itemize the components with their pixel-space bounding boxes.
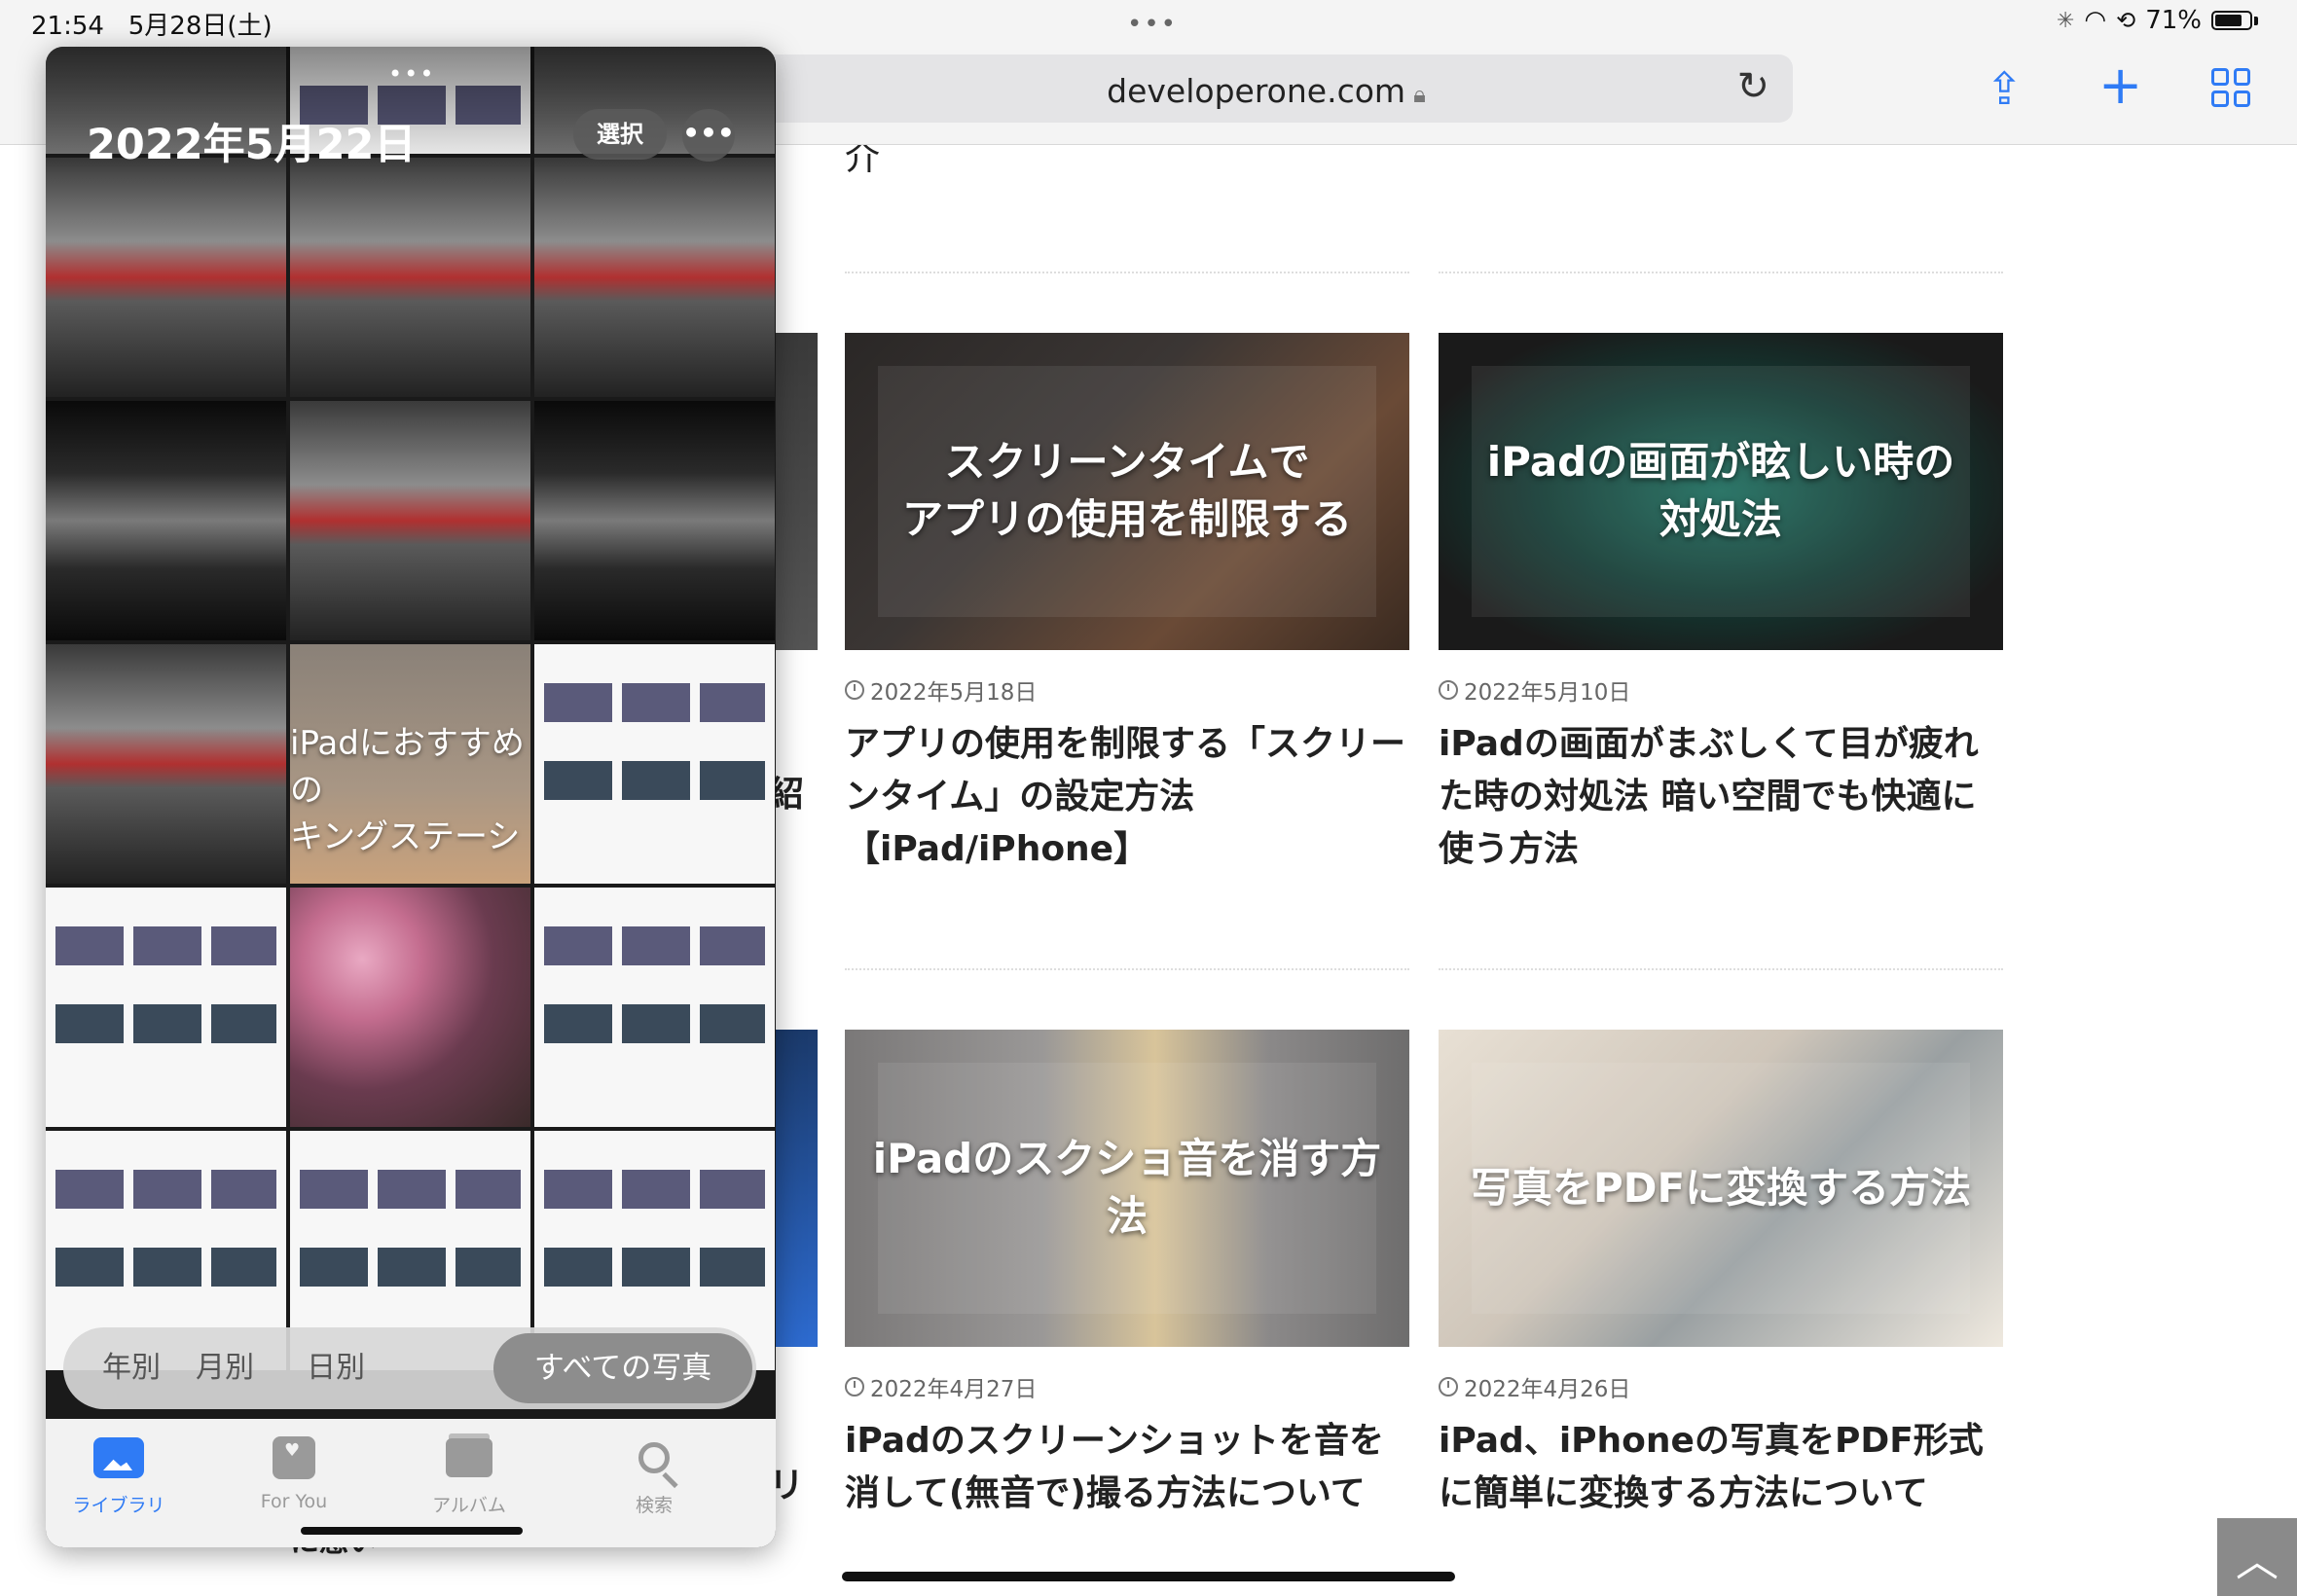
clock-icon bbox=[845, 680, 864, 700]
article-thumbnail[interactable]: 写真をPDFに変換する方法 bbox=[1439, 1030, 2003, 1347]
clock-icon bbox=[845, 1377, 864, 1396]
for-you-icon bbox=[273, 1436, 315, 1479]
article-thumbnail[interactable]: スクリーンタイムで アプリの使用を制限する bbox=[845, 333, 1409, 650]
thumbnail-caption: スクリーンタイムで アプリの使用を制限する bbox=[901, 438, 1352, 543]
home-indicator[interactable] bbox=[842, 1572, 1455, 1581]
photo-thumbnail[interactable] bbox=[46, 888, 286, 1127]
clock-icon bbox=[1439, 1377, 1458, 1396]
library-icon bbox=[93, 1437, 144, 1478]
search-icon bbox=[638, 1442, 670, 1473]
tab-for-you[interactable]: For You bbox=[221, 1429, 367, 1512]
article-card[interactable]: スクリーンタイムで アプリの使用を制限する 2022年5月18日 アプリの使用を… bbox=[845, 333, 1409, 876]
tabs-overview-icon[interactable] bbox=[2211, 68, 2250, 107]
slide-over-grabber-icon[interactable]: ••• bbox=[388, 60, 435, 88]
status-time: 21:54 5月28日(土) bbox=[31, 12, 273, 41]
photos-date-title: 2022年5月22日 bbox=[87, 121, 417, 169]
loading-icon: ✳ bbox=[2056, 8, 2075, 33]
photo-thumbnail[interactable] bbox=[534, 888, 775, 1127]
photo-thumbnail[interactable] bbox=[46, 644, 286, 884]
cut-heading: 介 bbox=[845, 145, 881, 178]
divider bbox=[1439, 272, 2003, 273]
tab-label: 検索 bbox=[635, 1495, 673, 1516]
article-date: 2022年4月27日 bbox=[845, 1370, 1409, 1403]
rotation-lock-icon: ⟲ bbox=[2116, 7, 2136, 34]
clock-icon bbox=[1439, 680, 1458, 700]
article-title[interactable]: iPad、iPhoneの写真をPDF形式に簡単に変換する方法について bbox=[1439, 1415, 2003, 1520]
tab-label: アルバム bbox=[432, 1495, 506, 1516]
segment-day[interactable]: 日別 bbox=[277, 1327, 394, 1409]
url-text: developerone.com bbox=[1107, 72, 1406, 110]
article-date: 2022年5月10日 bbox=[1439, 673, 2003, 707]
thumbnail-caption: iPadの画面が眩しい時の 対処法 bbox=[1486, 438, 1955, 543]
slide-over-home-indicator[interactable] bbox=[301, 1527, 523, 1535]
reload-icon[interactable]: ↻ bbox=[1736, 64, 1769, 109]
photo-thumbnail[interactable] bbox=[534, 401, 775, 640]
partial-thumbnail bbox=[775, 333, 818, 650]
article-thumbnail[interactable]: iPadのスクショ音を消す方法 bbox=[845, 1030, 1409, 1347]
article-card[interactable]: iPadの画面が眩しい時の 対処法 2022年5月10日 iPadの画面がまぶし… bbox=[1439, 333, 2003, 876]
multitasking-dots-icon[interactable]: ••• bbox=[1127, 10, 1178, 39]
segment-all-photos[interactable]: すべての写真 bbox=[493, 1333, 752, 1403]
thumbnail-caption: 写真をPDFに変換する方法 bbox=[1470, 1163, 1972, 1212]
status-bar: 21:54 5月28日(土) ••• ✳ ◠ ⟲ 71% bbox=[0, 0, 2297, 49]
more-button[interactable]: ••• bbox=[682, 109, 735, 162]
segment-month[interactable]: 月別 bbox=[166, 1327, 283, 1409]
select-button[interactable]: 選択 bbox=[573, 109, 667, 160]
status-right: ✳ ◠ ⟲ 71% bbox=[2057, 6, 2258, 35]
photo-grid: iPadにおすすめの キングステーシ bbox=[46, 47, 776, 1370]
address-bar[interactable]: developerone.com 🔒︎ ↻ bbox=[740, 54, 1793, 123]
partial-thumbnail bbox=[775, 1030, 818, 1347]
photo-thumbnail[interactable] bbox=[534, 158, 775, 397]
tab-label: For You bbox=[260, 1491, 328, 1512]
photo-thumbnail[interactable] bbox=[290, 888, 530, 1127]
article-title[interactable]: iPadのスクリーンショットを音を消して(無音で)撮る方法について bbox=[845, 1415, 1409, 1520]
lock-icon: 🔒︎ bbox=[1413, 81, 1426, 108]
scroll-to-top-button[interactable]: ︿ bbox=[2217, 1518, 2297, 1596]
article-card[interactable]: 写真をPDFに変換する方法 2022年4月26日 iPad、iPhoneの写真を… bbox=[1439, 1030, 2003, 1520]
photo-thumbnail[interactable] bbox=[46, 401, 286, 640]
divider bbox=[845, 272, 1409, 273]
share-icon[interactable]: ⇪ bbox=[1986, 62, 2024, 115]
photos-slide-over: iPadにおすすめの キングステーシ ••• 2022年5月22日 選択 •••… bbox=[46, 47, 776, 1547]
divider bbox=[1439, 968, 2003, 970]
photo-thumbnail[interactable] bbox=[290, 401, 530, 640]
tab-albums[interactable]: アルバム bbox=[396, 1429, 542, 1517]
article-date: 2022年5月18日 bbox=[845, 673, 1409, 707]
tab-library[interactable]: ライブラリ bbox=[46, 1429, 192, 1517]
photos-header: ••• 2022年5月22日 選択 ••• bbox=[46, 47, 776, 173]
thumbnail-caption: iPadのスクショ音を消す方法 bbox=[872, 1135, 1382, 1240]
albums-icon bbox=[446, 1438, 492, 1477]
divider bbox=[845, 968, 1409, 970]
wifi-icon: ◠ bbox=[2084, 6, 2107, 35]
battery-icon bbox=[2211, 11, 2252, 30]
battery-percent: 71% bbox=[2145, 6, 2202, 35]
article-title[interactable]: iPadの画面がまぶしくて目が疲れた時の対処法 暗い空間でも快適に使う方法 bbox=[1439, 718, 2003, 876]
article-thumbnail[interactable]: iPadの画面が眩しい時の 対処法 bbox=[1439, 333, 2003, 650]
photo-caption: iPadにおすすめの キングステーシ bbox=[290, 724, 525, 856]
new-tab-icon[interactable]: + bbox=[2098, 54, 2142, 116]
photo-thumbnail[interactable] bbox=[534, 644, 775, 884]
tab-search[interactable]: 検索 bbox=[581, 1429, 727, 1517]
article-date: 2022年4月26日 bbox=[1439, 1370, 2003, 1403]
photo-thumbnail[interactable]: iPadにおすすめの キングステーシ bbox=[290, 644, 530, 884]
photo-thumbnail[interactable] bbox=[46, 158, 286, 397]
article-title[interactable]: アプリの使用を制限する「スクリーンタイム」の設定方法【iPad/iPhone】 bbox=[845, 718, 1409, 876]
article-card[interactable]: iPadのスクショ音を消す方法 2022年4月27日 iPadのスクリーンショッ… bbox=[845, 1030, 1409, 1520]
view-segmented-control: 年別 月別 日別 すべての写真 bbox=[63, 1327, 756, 1409]
tab-label: ライブラリ bbox=[72, 1495, 165, 1516]
photo-thumbnail[interactable] bbox=[290, 158, 530, 397]
